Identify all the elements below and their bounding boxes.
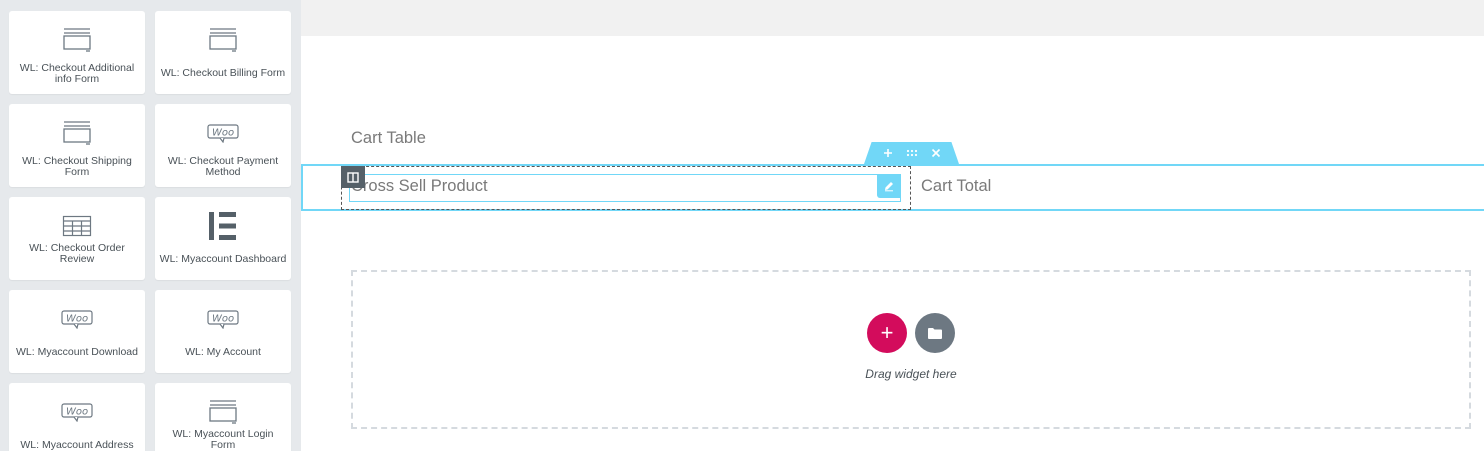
- widget-label: WL: Myaccount Login Form: [172, 428, 274, 451]
- woo-icon: Woo: [60, 304, 94, 334]
- edit-widget-button[interactable]: [877, 174, 901, 198]
- drop-zone-text: Drag widget here: [865, 367, 957, 381]
- widget-myaccount-dashboard[interactable]: WL: Myaccount Dashboard: [155, 197, 291, 280]
- widget-label: WL: Checkout Payment Method: [167, 155, 279, 178]
- heading-cart-total[interactable]: Cart Total: [921, 177, 991, 196]
- pencil-icon: [885, 182, 893, 192]
- column-icon: [347, 171, 359, 183]
- drag-handle-icon[interactable]: [906, 146, 918, 160]
- svg-text:Woo: Woo: [212, 128, 234, 139]
- form-icon: [60, 25, 94, 55]
- folder-icon: [928, 327, 942, 339]
- section-handle: [864, 142, 959, 164]
- svg-text:Woo: Woo: [66, 314, 88, 325]
- widget-myaccount-download[interactable]: Woo WL: Myaccount Download: [9, 290, 145, 373]
- widget-label: WL: My Account: [185, 346, 261, 358]
- widget-label: WL: Checkout Order Review: [29, 242, 125, 265]
- widget-panel: WL: Checkout Additional info Form WL: Ch…: [0, 0, 301, 451]
- widget-myaccount-address[interactable]: Woo WL: Myaccount Address: [9, 383, 145, 451]
- widget-label: WL: Myaccount Address: [20, 439, 134, 451]
- svg-text:Woo: Woo: [212, 314, 234, 325]
- heading-cart-table[interactable]: Cart Table: [351, 129, 426, 148]
- form-icon: [206, 25, 240, 55]
- add-new-section-button[interactable]: +: [867, 313, 907, 353]
- widget-checkout-additional-info-form[interactable]: WL: Checkout Additional info Form: [9, 11, 145, 94]
- form-icon: [60, 118, 94, 148]
- table-icon: [60, 211, 94, 241]
- canvas-top-area: [301, 0, 1484, 36]
- column-handle[interactable]: [341, 166, 365, 188]
- widget-checkout-order-review[interactable]: WL: Checkout Order Review: [9, 197, 145, 280]
- widget-label: WL: Myaccount Download: [16, 346, 138, 358]
- woo-icon: Woo: [206, 118, 240, 148]
- widget-myaccount-login-form[interactable]: WL: Myaccount Login Form: [155, 383, 291, 451]
- drop-zone[interactable]: [351, 270, 1471, 429]
- widget-checkout-payment-method[interactable]: Woo WL: Checkout Payment Method: [155, 104, 291, 187]
- add-section-icon[interactable]: [882, 146, 894, 160]
- woo-icon: Woo: [206, 304, 240, 334]
- plus-icon: +: [880, 320, 894, 345]
- add-template-button[interactable]: [915, 313, 955, 353]
- widget-label: WL: Myaccount Dashboard: [159, 253, 287, 265]
- close-icon[interactable]: [930, 146, 942, 160]
- widget-label: WL: Checkout Shipping Form: [22, 155, 132, 178]
- heading-cross-sell-product[interactable]: Cross Sell Product: [351, 177, 488, 196]
- widget-label: WL: Checkout Billing Form: [160, 67, 286, 79]
- woo-icon: Woo: [60, 397, 94, 427]
- form-icon: [206, 397, 240, 427]
- widget-label: WL: Checkout Additional info Form: [19, 62, 135, 85]
- widget-my-account[interactable]: Woo WL: My Account: [155, 290, 291, 373]
- elementor-icon: [206, 211, 240, 241]
- svg-text:Woo: Woo: [66, 407, 88, 418]
- widget-checkout-shipping-form[interactable]: WL: Checkout Shipping Form: [9, 104, 145, 187]
- widget-checkout-billing-form[interactable]: WL: Checkout Billing Form: [155, 11, 291, 94]
